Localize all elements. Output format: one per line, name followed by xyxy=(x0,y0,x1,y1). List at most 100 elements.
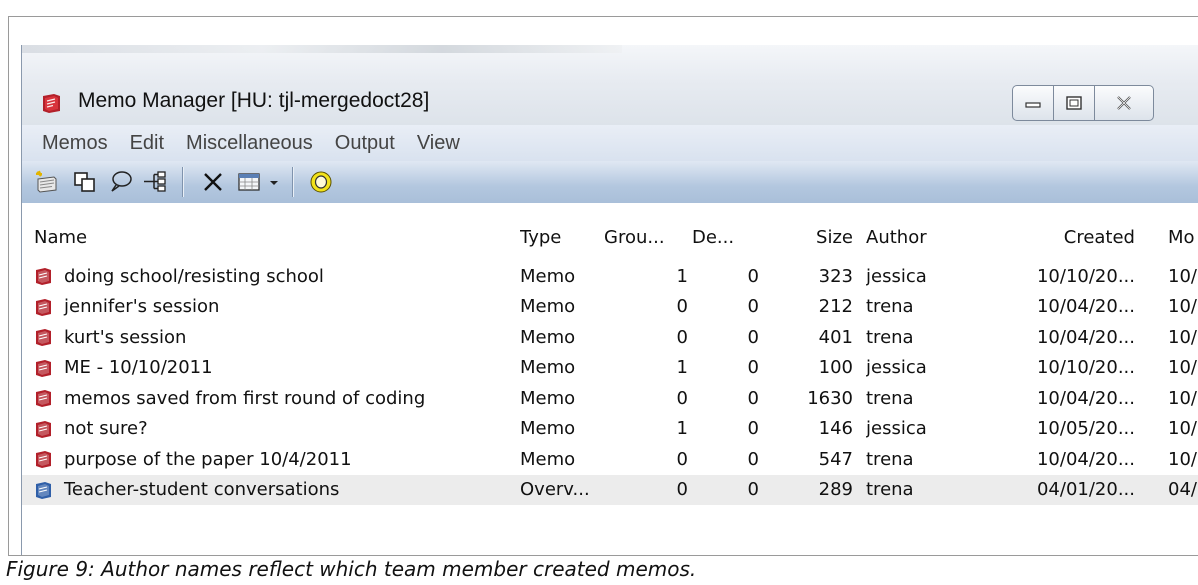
memo-manager-app-icon xyxy=(43,94,60,113)
memo-name-cell: kurt's session xyxy=(34,322,504,352)
memo-author-cell: trena xyxy=(866,326,914,348)
memo-icon xyxy=(36,359,51,377)
toolbar xyxy=(22,161,1198,204)
memo-type-cell: Memo xyxy=(520,265,576,287)
memo-name-cell: Teacher-student conversations xyxy=(34,475,504,505)
memo-de-cell: 0 xyxy=(747,448,759,470)
memo-author-cell: trena xyxy=(866,387,914,409)
column-header-author[interactable]: Author xyxy=(866,219,956,255)
memo-groups-cell: 0 xyxy=(676,326,688,348)
dropdown-arrow-icon[interactable] xyxy=(266,170,282,194)
memo-icon xyxy=(36,420,51,438)
screenshot-frame: Memo Manager [HU: tjl-mergedoct28] Memos… xyxy=(8,16,1198,556)
memo-size-cell: 289 xyxy=(818,479,853,500)
memo-size-cell: 100 xyxy=(818,357,853,378)
column-header-size[interactable]: Size xyxy=(782,219,853,255)
memo-size-cell: 323 xyxy=(818,265,853,287)
memo-size-cell: 1630 xyxy=(807,387,853,409)
memo-groups-cell: 1 xyxy=(676,265,688,287)
duplicate-icon[interactable] xyxy=(72,170,98,194)
menu-memos[interactable]: Memos xyxy=(42,132,108,155)
menu-miscellaneous[interactable]: Miscellaneous xyxy=(186,132,313,155)
memo-author-cell: jessica xyxy=(866,265,927,287)
table-row[interactable]: kurt's session Memo 0 0 401 trena 10/04/20... 1… xyxy=(22,322,1198,352)
memo-author-cell: trena xyxy=(866,448,914,470)
memo-size-cell: 146 xyxy=(818,418,853,439)
memo-name-cell: purpose of the paper 10/4/2011 xyxy=(34,444,504,474)
memo-author-cell: trena xyxy=(866,296,914,317)
memo-de-cell: 0 xyxy=(747,479,759,500)
tree-view-icon[interactable] xyxy=(142,170,168,194)
memo-type-cell: Overv... xyxy=(520,479,590,500)
menu-view[interactable]: View xyxy=(417,132,460,155)
memo-de-cell: 0 xyxy=(747,357,759,378)
memo-name-cell: memos saved from first round of coding xyxy=(34,383,504,413)
memo-icon xyxy=(36,298,51,316)
memo-icon xyxy=(36,329,51,346)
memo-created-cell: 10/04/20... xyxy=(1036,296,1135,317)
background-window-strip xyxy=(22,45,622,53)
memo-de-cell: 0 xyxy=(747,326,759,348)
table-row[interactable]: doing school/resisting school Memo 1 0 323 je… xyxy=(22,261,1198,291)
memo-type-cell: Memo xyxy=(520,326,576,348)
memo-modified-cell: 10/1 xyxy=(1168,418,1198,439)
memo-type-cell: Memo xyxy=(520,387,576,409)
column-header-de[interactable]: De... xyxy=(692,219,742,255)
column-header-name[interactable]: Name xyxy=(34,219,494,255)
memo-size-cell: 401 xyxy=(818,326,853,348)
table-row[interactable]: ME - 10/10/2011 Memo 1 0 100 jessica 10/10/20.… xyxy=(22,353,1198,383)
memo-name-text: kurt's session xyxy=(64,326,187,348)
memo-name-text: not sure? xyxy=(64,418,148,439)
table-row[interactable]: not sure? Memo 1 0 146 jessica 10/05/20... 10/1 xyxy=(22,414,1198,444)
table-row[interactable]: Teacher-student conversations Overv... 0 0 2… xyxy=(22,474,1198,505)
new-memo-icon[interactable] xyxy=(34,170,60,194)
close-icon xyxy=(1117,96,1131,110)
memo-name-cell: ME - 10/10/2011 xyxy=(34,353,504,383)
overview-memo-icon xyxy=(36,481,51,499)
table-row[interactable]: memos saved from first round of coding Me… xyxy=(22,383,1198,413)
memo-modified-cell: 10/0 xyxy=(1168,448,1198,470)
table-header: Name Type Grou... De... Size Author Crea… xyxy=(22,219,1198,255)
memo-created-cell: 10/10/20... xyxy=(1036,357,1135,378)
window-controls xyxy=(1012,85,1154,121)
menu-bar: Memos Edit Miscellaneous Output View xyxy=(22,125,1198,161)
memo-name-cell: doing school/resisting school xyxy=(34,261,504,291)
column-header-type[interactable]: Type xyxy=(520,219,600,255)
window-title: Memo Manager [HU: tjl-mergedoct28] xyxy=(78,89,430,112)
menu-output[interactable]: Output xyxy=(335,132,395,155)
memo-name-text: purpose of the paper 10/4/2011 xyxy=(64,448,352,470)
memo-name-text: doing school/resisting school xyxy=(64,265,324,287)
toolbar-separator xyxy=(182,167,183,197)
column-header-groups[interactable]: Grou... xyxy=(604,219,664,255)
memo-created-cell: 04/01/20... xyxy=(1036,479,1135,500)
memo-created-cell: 10/04/20... xyxy=(1036,326,1135,348)
comment-icon[interactable] xyxy=(108,170,134,194)
memo-groups-cell: 0 xyxy=(676,296,688,317)
table-view-icon[interactable] xyxy=(236,170,262,194)
memo-name-text: ME - 10/10/2011 xyxy=(64,357,213,378)
close-button[interactable] xyxy=(1094,85,1154,121)
title-bar[interactable]: Memo Manager [HU: tjl-mergedoct28] xyxy=(22,45,1198,125)
menu-edit[interactable]: Edit xyxy=(130,132,164,155)
memo-modified-cell: 10/0 xyxy=(1168,326,1198,348)
memo-de-cell: 0 xyxy=(747,296,759,317)
memo-modified-cell: 10/1 xyxy=(1168,265,1198,287)
memo-de-cell: 0 xyxy=(747,418,759,439)
memo-author-cell: jessica xyxy=(866,418,927,439)
memo-author-cell: trena xyxy=(866,479,914,500)
delete-icon[interactable] xyxy=(200,170,226,194)
maximize-button[interactable] xyxy=(1053,85,1095,121)
highlight-ring-icon[interactable] xyxy=(308,170,334,194)
table-row[interactable]: purpose of the paper 10/4/2011 Memo 0 0 547 t… xyxy=(22,444,1198,474)
minimize-icon xyxy=(1025,102,1041,108)
table-row[interactable]: jennifer's session Memo 0 0 212 trena 10/04/20… xyxy=(22,292,1198,322)
maximize-icon xyxy=(1066,96,1082,110)
column-header-modified[interactable]: Mo xyxy=(1168,219,1198,255)
figure-caption: Figure 9: Author names reflect which tea… xyxy=(6,557,697,581)
memo-groups-cell: 0 xyxy=(676,479,688,500)
memo-icon xyxy=(36,390,51,407)
memo-modified-cell: 10/1 xyxy=(1168,357,1198,378)
memo-table: Name Type Grou... De... Size Author Crea… xyxy=(22,203,1198,555)
column-header-created[interactable]: Created xyxy=(1002,219,1135,255)
minimize-button[interactable] xyxy=(1012,85,1054,121)
